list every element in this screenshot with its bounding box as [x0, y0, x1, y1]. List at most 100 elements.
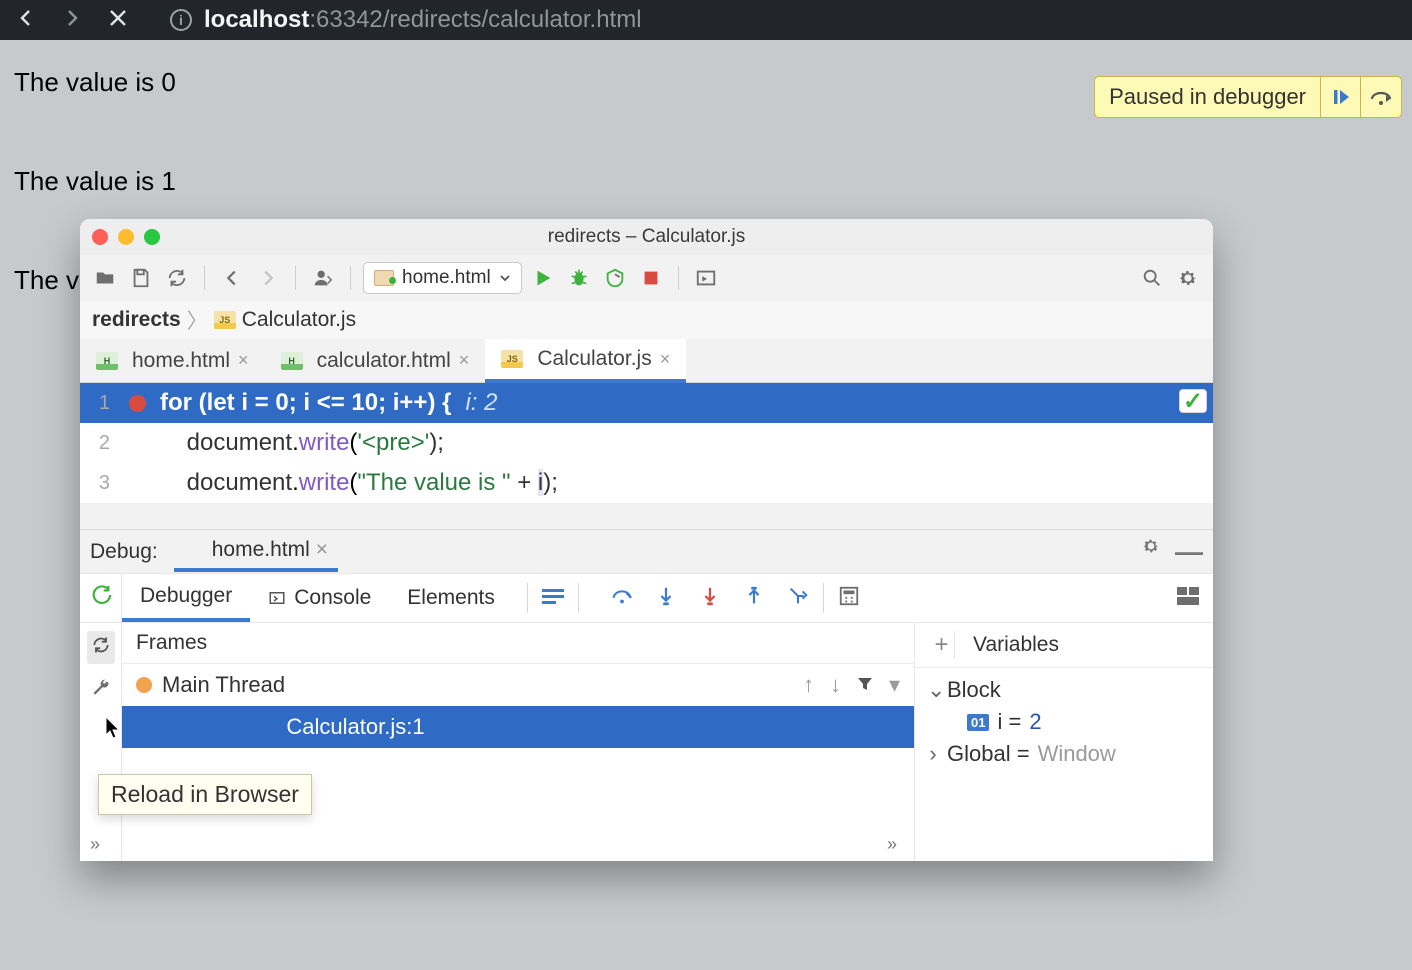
var-scope-global[interactable]: ›Global = Window [927, 738, 1201, 770]
debug-toolbar: Debugger Console Elements [80, 573, 1213, 623]
close-page-icon[interactable] [106, 6, 130, 35]
window-close-icon[interactable] [92, 229, 108, 245]
step-into-icon[interactable] [655, 585, 677, 612]
var-scope-block[interactable]: ⌄Block [927, 674, 1201, 706]
tab-calculator-html[interactable]: Hcalculator.html× [265, 339, 486, 382]
variables-title: Variables [973, 633, 1059, 657]
coverage-icon[interactable] [600, 263, 630, 293]
code-line[interactable]: for (let i = 0; i <= 10; i++) {i: 2 [156, 389, 497, 417]
close-icon[interactable]: × [316, 538, 328, 562]
close-icon[interactable]: × [459, 350, 470, 371]
frame-down-icon[interactable]: ↓ [830, 672, 841, 698]
console-tab[interactable]: Console [250, 574, 389, 622]
settings-gear-icon[interactable] [1173, 263, 1203, 293]
frame-up-icon[interactable]: ↑ [803, 672, 814, 698]
debug-panels: » Frames Main Thread ↑ ↓ ▾ anonymous()··… [80, 623, 1213, 861]
run-config-selector[interactable]: home.html [363, 262, 522, 294]
frames-title: Frames [122, 623, 914, 664]
add-watch-icon[interactable]: + [929, 631, 955, 659]
threads-icon[interactable] [542, 587, 564, 610]
code-line[interactable]: document.write("The value is " + i); [156, 469, 558, 497]
html-file-icon: H [96, 352, 118, 370]
js-file-icon: JS [501, 350, 523, 368]
site-info-icon[interactable]: i [170, 9, 192, 31]
force-step-into-icon[interactable] [699, 585, 721, 612]
reload-in-browser-icon[interactable] [87, 631, 115, 664]
expand-icon[interactable]: » [887, 834, 897, 855]
window-title: redirects – Calculator.js [80, 226, 1213, 248]
open-icon[interactable] [90, 263, 120, 293]
tab-calculator-js[interactable]: JSCalculator.js× [485, 339, 686, 383]
save-all-icon[interactable] [126, 263, 156, 293]
forward-icon[interactable] [60, 6, 84, 35]
line-number: 1 [80, 392, 118, 415]
breadcrumb-root[interactable]: redirects [92, 308, 181, 332]
debugger-tab[interactable]: Debugger [122, 574, 250, 622]
close-icon[interactable]: × [660, 349, 671, 370]
sync-icon[interactable] [162, 263, 192, 293]
gear-icon[interactable] [1141, 536, 1161, 568]
code-line[interactable]: document.write('<pre>'); [156, 429, 444, 457]
search-icon[interactable] [1137, 263, 1167, 293]
run-icon[interactable] [528, 263, 558, 293]
output-line: The value is 1 [14, 157, 1398, 206]
nav-forward-icon[interactable] [253, 263, 283, 293]
tab-home-html[interactable]: Hhome.html× [80, 339, 265, 382]
code-editor[interactable]: ✓ 1 for (let i = 0; i <= 10; i++) {i: 2 … [80, 383, 1213, 503]
thread-row[interactable]: Main Thread ↑ ↓ ▾ [122, 664, 914, 706]
debug-left-rail: » [80, 623, 122, 861]
debug-tool-window-header: Debug: home.html × — [80, 529, 1213, 573]
html-file-icon [184, 541, 206, 559]
layout-icon[interactable] [1177, 587, 1199, 610]
chevron-down-icon [499, 272, 511, 284]
wrench-icon[interactable] [91, 678, 111, 703]
console-icon [268, 589, 286, 607]
paused-label: Paused in debugger [1095, 77, 1321, 117]
frame-selected[interactable]: anonymous()···Calculator.js:1 [122, 706, 914, 748]
chevron-down-icon[interactable]: ▾ [889, 672, 900, 698]
hide-panel-icon[interactable]: — [1175, 536, 1203, 568]
vcs-user-icon[interactable] [308, 263, 338, 293]
resume-icon[interactable] [1321, 77, 1361, 117]
breakpoint-icon[interactable] [118, 395, 156, 412]
debug-icon[interactable] [564, 263, 594, 293]
evaluate-icon[interactable] [838, 585, 860, 612]
window-zoom-icon[interactable] [144, 229, 160, 245]
url-bar[interactable]: i localhost:63342/redirects/calculator.h… [170, 6, 642, 34]
breadcrumb: redirects JS Calculator.js [80, 301, 1213, 339]
step-over-icon[interactable] [1361, 77, 1401, 117]
nav-back-icon[interactable] [217, 263, 247, 293]
elements-tab[interactable]: Elements [389, 574, 513, 622]
url-path: :63342/redirects/calculator.html [309, 6, 641, 33]
line-number: 3 [80, 472, 118, 495]
variables-panel: + Variables ⌄Block 01i = 2 ›Global = Win… [915, 623, 1213, 861]
rerun-icon[interactable] [90, 584, 112, 611]
window-minimize-icon[interactable] [118, 229, 134, 245]
url-host: localhost [204, 6, 309, 33]
back-icon[interactable] [14, 6, 38, 35]
run-to-cursor-icon[interactable] [787, 585, 809, 612]
filter-icon[interactable] [857, 672, 873, 698]
thread-status-icon [136, 677, 152, 693]
editor-tabs: Hhome.html× Hcalculator.html× JSCalculat… [80, 339, 1213, 383]
step-over-icon[interactable] [611, 585, 633, 612]
html-file-icon: H [281, 352, 303, 370]
tooltip-reload-in-browser: Reload in Browser [98, 774, 312, 815]
expand-icon[interactable]: » [90, 834, 100, 855]
js-file-icon: JS [214, 311, 236, 329]
stop-icon[interactable] [636, 263, 666, 293]
debug-session-tab[interactable]: home.html × [174, 532, 338, 572]
run-anything-icon[interactable] [691, 263, 721, 293]
line-number: 2 [80, 432, 118, 455]
breadcrumb-file[interactable]: Calculator.js [242, 308, 356, 332]
inspection-ok-icon[interactable]: ✓ [1179, 389, 1207, 413]
paused-in-debugger-overlay: Paused in debugger [1094, 76, 1402, 118]
titlebar[interactable]: redirects – Calculator.js [80, 219, 1213, 255]
step-out-icon[interactable] [743, 585, 765, 612]
ide-window: redirects – Calculator.js home.html redi… [80, 219, 1213, 861]
debug-label: Debug: [90, 540, 158, 564]
main-toolbar: home.html [80, 255, 1213, 301]
close-icon[interactable]: × [238, 350, 249, 371]
mouse-cursor-icon [105, 716, 123, 740]
var-i[interactable]: 01i = 2 [927, 706, 1201, 738]
